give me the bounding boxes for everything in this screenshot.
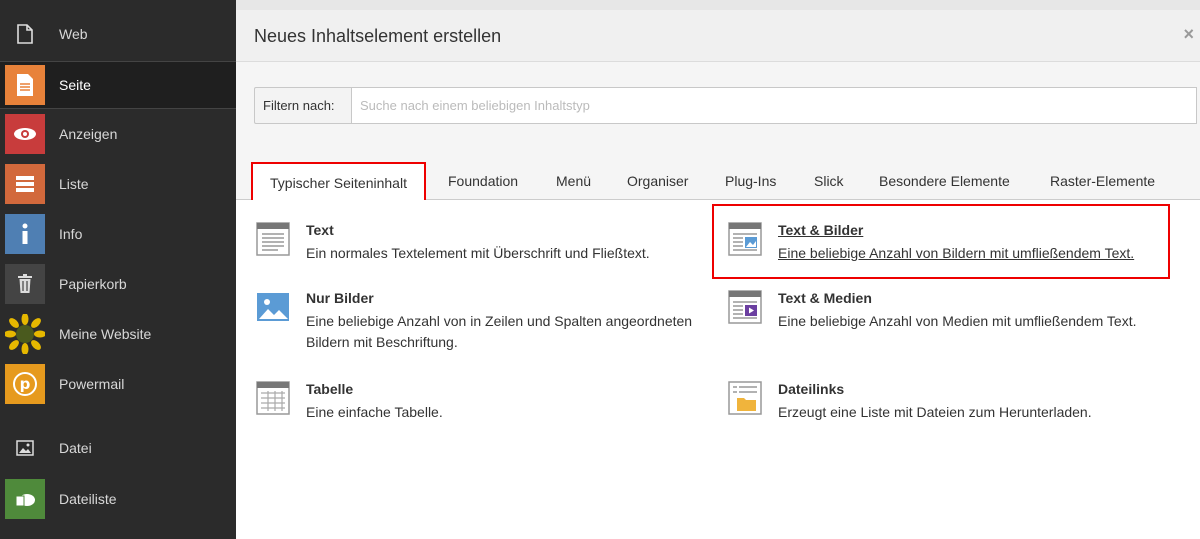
element-title: Text & Medien (778, 290, 872, 306)
element-title: Tabelle (306, 381, 354, 397)
element-title: Dateilinks (778, 381, 845, 397)
tab-typischer-seiteninhalt[interactable]: Typischer Seiteninhalt (251, 162, 426, 202)
filter-group: Filtern nach: (254, 87, 1197, 124)
powermail-icon: p (5, 364, 45, 404)
page-outline-icon (5, 14, 45, 54)
modal-title: Neues Inhaltselement erstellen (254, 26, 502, 46)
list-icon (5, 164, 45, 204)
image-icon (5, 428, 45, 468)
svg-text:p: p (20, 375, 31, 393)
modal-header: Neues Inhaltselement erstellen × (236, 10, 1200, 62)
filelist-icon (5, 479, 45, 519)
sidebar-item-liste[interactable]: Liste (0, 160, 236, 208)
tab-besondere-elemente[interactable]: Besondere Elemente (879, 162, 1010, 200)
sunflower-icon (5, 314, 45, 354)
info-icon (5, 214, 45, 254)
sidebar-item-info[interactable]: Info (0, 210, 236, 258)
element-text[interactable]: Text Ein normales Textelement mit Übersc… (256, 222, 696, 266)
element-description-line2: Bildern mit Beschriftung. (306, 334, 458, 350)
modal-body: Filtern nach: Typischer Seiteninhalt Fou… (236, 62, 1200, 539)
element-description: Eine beliebige Anzahl von in Zeilen und … (306, 313, 693, 329)
textpic-icon (728, 222, 762, 256)
docheader-strip (236, 0, 1200, 10)
sidebar-item-label: Liste (59, 176, 89, 192)
sidebar-item-papierkorb[interactable]: Papierkorb (0, 260, 236, 308)
sidebar-item-datei[interactable]: Datei (0, 424, 236, 472)
element-description: Ein normales Textelement mit Überschrift… (306, 245, 650, 261)
element-description: Eine beliebige Anzahl von Bildern mit um… (778, 245, 1135, 261)
element-description: Eine einfache Tabelle. (306, 404, 443, 420)
text-icon (256, 222, 290, 256)
tab-menu[interactable]: Menü (556, 162, 591, 200)
sidebar-item-powermail[interactable]: p Powermail (0, 360, 236, 408)
sidebar-item-label: Meine Website (59, 326, 152, 342)
tab-raster-elemente[interactable]: Raster-Elemente (1050, 162, 1155, 200)
module-sidebar: Web Seite Anzeigen Liste Info Papierkorb (0, 0, 236, 539)
filelinks-icon (728, 381, 762, 415)
trash-icon (5, 264, 45, 304)
sidebar-item-dateiliste[interactable]: Dateiliste (0, 475, 236, 523)
element-description: Erzeugt eine Liste mit Dateien zum Herun… (778, 404, 1092, 420)
new-content-element-modal: Neues Inhaltselement erstellen × Filtern… (236, 10, 1200, 539)
element-text-medien[interactable]: Text & Medien Eine beliebige Anzahl von … (728, 290, 1168, 334)
page-icon (5, 65, 45, 105)
close-icon[interactable]: × (1183, 24, 1194, 45)
sidebar-item-seite[interactable]: Seite (0, 61, 236, 109)
sidebar-item-web[interactable]: Web (0, 10, 236, 58)
tab-foundation[interactable]: Foundation (448, 162, 518, 200)
element-title: Text & Bilder (778, 222, 864, 238)
sidebar-item-meine-website[interactable]: Meine Website (0, 310, 236, 358)
element-nur-bilder[interactable]: Nur Bilder Eine beliebige Anzahl von in … (256, 290, 716, 354)
element-description: Eine beliebige Anzahl von Medien mit umf… (778, 313, 1137, 329)
sidebar-item-anzeigen[interactable]: Anzeigen (0, 110, 236, 158)
sidebar-item-label: Web (59, 26, 88, 42)
textmedia-icon (728, 290, 762, 324)
sidebar-item-label: Powermail (59, 376, 125, 392)
element-title: Nur Bilder (306, 290, 374, 306)
element-dateilinks[interactable]: Dateilinks Erzeugt eine Liste mit Dateie… (728, 381, 1168, 425)
sidebar-item-label: Info (59, 226, 83, 242)
element-text-bilder[interactable]: Text & Bilder Eine beliebige Anzahl von … (728, 222, 1168, 266)
element-tabelle[interactable]: Tabelle Eine einfache Tabelle. (256, 381, 696, 425)
images-icon (256, 290, 290, 324)
eye-icon (5, 114, 45, 154)
tab-slick[interactable]: Slick (814, 162, 844, 200)
filter-input[interactable] (351, 87, 1197, 124)
sidebar-item-label: Anzeigen (59, 126, 118, 142)
sidebar-item-label: Seite (59, 77, 91, 93)
tab-plug-ins[interactable]: Plug-Ins (725, 162, 776, 200)
sidebar-item-label: Papierkorb (59, 276, 127, 292)
element-list: Text Ein normales Textelement mit Übersc… (236, 200, 1200, 539)
sidebar-item-label: Datei (59, 440, 92, 456)
filter-label: Filtern nach: (254, 87, 351, 124)
tab-organiser[interactable]: Organiser (627, 162, 688, 200)
element-title: Text (306, 222, 334, 238)
sidebar-item-label: Dateiliste (59, 491, 117, 507)
tab-bar: Typischer Seiteninhalt Foundation Menü O… (236, 162, 1200, 202)
table-icon (256, 381, 290, 415)
